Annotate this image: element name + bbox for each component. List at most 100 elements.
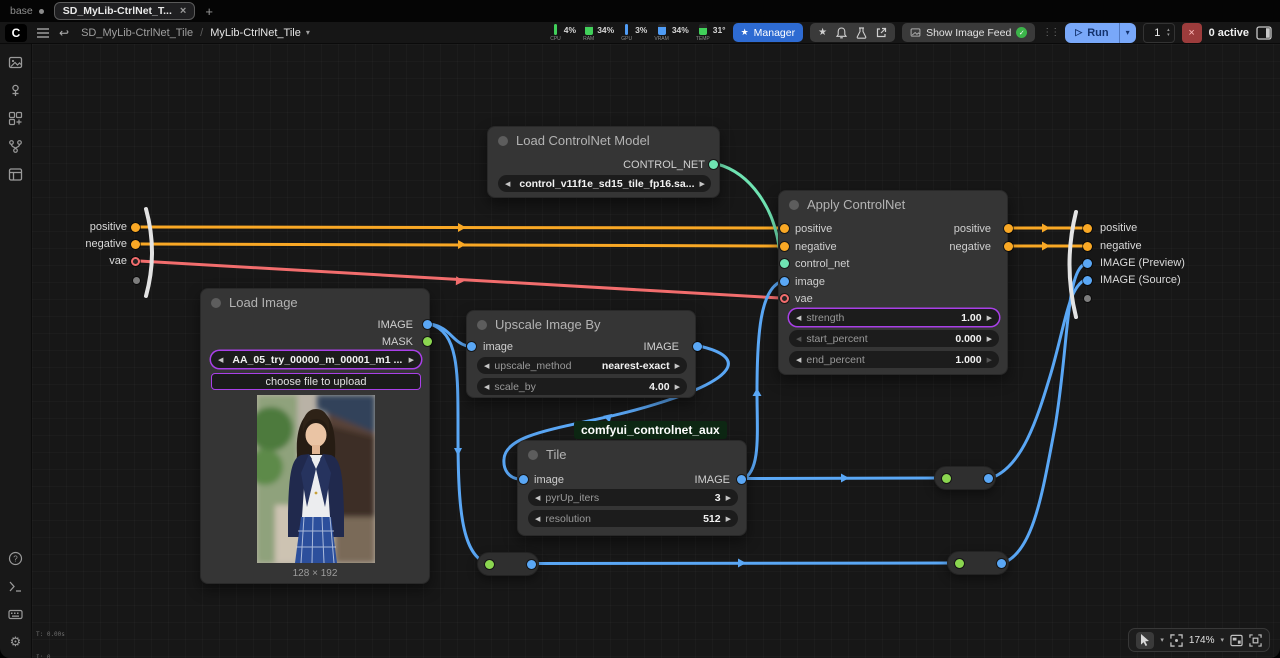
tab-base[interactable]: base: [10, 5, 44, 17]
reroute-in[interactable]: [485, 560, 494, 569]
start-percent-widget[interactable]: ◀ start_percent 0.000 ▶: [789, 330, 999, 347]
controlnet-model-combo[interactable]: ◀ control_v11f1e_sd15_tile_fp16.sa... ▶: [498, 175, 711, 192]
flask-icon[interactable]: [856, 27, 867, 39]
bell-icon[interactable]: [836, 27, 847, 39]
pyrup-iters-widget[interactable]: ◀ pyrUp_iters 3 ▶: [528, 489, 738, 506]
combo-next-icon[interactable]: ▶: [700, 180, 705, 188]
scale-by-widget[interactable]: ◀ scale_by 4.00 ▶: [477, 378, 687, 395]
main-menu-button[interactable]: [37, 28, 49, 38]
slot-image-out[interactable]: [737, 475, 746, 484]
minimap-icon[interactable]: [1230, 634, 1243, 647]
strength-widget[interactable]: ◀ strength 1.00 ▶: [789, 309, 999, 326]
increment-icon[interactable]: ▶: [987, 314, 992, 322]
slot-negative-in[interactable]: [780, 242, 789, 251]
breadcrumb-root[interactable]: SD_MyLib-CtrlNet_Tile: [81, 27, 193, 39]
input-slot-empty[interactable]: [133, 277, 140, 284]
output-slot-image-source[interactable]: [1083, 276, 1092, 285]
toggle-panel-icon[interactable]: [1256, 26, 1272, 40]
combo-prev-icon[interactable]: ◀: [484, 362, 489, 370]
increment-icon[interactable]: ▶: [987, 335, 992, 343]
zoom-level[interactable]: 174%: [1189, 635, 1215, 646]
output-slot-empty[interactable]: [1084, 295, 1091, 302]
slot-mask-out[interactable]: [423, 337, 432, 346]
slot-positive-in[interactable]: [780, 224, 789, 233]
image-file-combo[interactable]: ◀ AA_05_try_00000_m_00001_m1 ... ▶: [211, 351, 421, 368]
upscale-method-widget[interactable]: ◀ upscale_method nearest-exact ▶: [477, 357, 687, 374]
node-upscale-image-by[interactable]: Upscale Image By image IMAGE ◀ upscale_m…: [466, 310, 696, 398]
choose-file-button[interactable]: choose file to upload: [211, 373, 421, 390]
decrement-icon[interactable]: ◀: [535, 494, 540, 502]
node-load-controlnet-model[interactable]: Load ControlNet Model CONTROL_NET ◀ cont…: [487, 126, 720, 198]
slot-control-net-in[interactable]: [780, 259, 789, 268]
collapse-dot[interactable]: [789, 200, 799, 210]
slot-image-in[interactable]: [467, 342, 476, 351]
close-tab-icon[interactable]: ×: [180, 5, 186, 17]
combo-prev-icon[interactable]: ◀: [505, 180, 510, 188]
combo-next-icon[interactable]: ▶: [675, 362, 680, 370]
help-button[interactable]: ?: [8, 550, 24, 566]
slot-negative-out[interactable]: [1004, 242, 1013, 251]
comfyui-logo[interactable]: C: [5, 24, 27, 42]
undo-button[interactable]: ↩: [59, 26, 69, 40]
star-icon[interactable]: ★: [818, 27, 827, 38]
manager-button[interactable]: ★ Manager: [733, 23, 804, 42]
breadcrumb-current[interactable]: MyLib-CtrlNet_Tile: [210, 27, 301, 39]
sidebar-queue-button[interactable]: [8, 54, 24, 70]
resolution-widget[interactable]: ◀ resolution 512 ▶: [528, 510, 738, 527]
output-slot-image-preview[interactable]: [1083, 259, 1092, 268]
increment-icon[interactable]: ▶: [726, 515, 731, 523]
drag-handle-icon[interactable]: ⋮⋮: [1042, 27, 1058, 38]
reroute-out[interactable]: [997, 559, 1006, 568]
image-preview[interactable]: [257, 395, 375, 563]
collapse-dot[interactable]: [477, 320, 487, 330]
slot-image-out[interactable]: [423, 320, 432, 329]
run-button[interactable]: ▷ Run ▾: [1065, 23, 1135, 43]
slot-image-in[interactable]: [780, 277, 789, 286]
input-slot-negative[interactable]: [131, 240, 140, 249]
slot-positive-out[interactable]: [1004, 224, 1013, 233]
shortcuts-button[interactable]: [8, 606, 24, 622]
node-tile[interactable]: Tile image IMAGE ◀ pyrUp_iters 3 ▶ ◀ res…: [517, 440, 747, 536]
slot-image-out[interactable]: [693, 342, 702, 351]
sidebar-workflows-button[interactable]: [8, 138, 24, 154]
increment-icon[interactable]: ▶: [726, 494, 731, 502]
sidebar-templates-button[interactable]: [8, 166, 24, 182]
pointer-tool-button[interactable]: [1136, 632, 1154, 649]
fit-view-icon[interactable]: [1170, 634, 1183, 647]
decrement-icon[interactable]: ◀: [796, 335, 801, 343]
end-percent-widget[interactable]: ◀ end_percent 1.000 ▶: [789, 351, 999, 368]
decrement-icon[interactable]: ◀: [484, 383, 489, 391]
slot-control-net-out[interactable]: [709, 160, 718, 169]
batch-count-stepper[interactable]: 1 ▴▾: [1143, 23, 1175, 43]
pointer-tool-caret-icon[interactable]: ▾: [1160, 636, 1164, 644]
reroute-in[interactable]: [955, 559, 964, 568]
combo-prev-icon[interactable]: ◀: [218, 356, 223, 364]
output-slot-negative[interactable]: [1083, 242, 1092, 251]
collapse-dot[interactable]: [498, 136, 508, 146]
input-slot-vae[interactable]: [131, 257, 140, 266]
run-options-caret-icon[interactable]: ▾: [1120, 28, 1136, 37]
focus-selection-icon[interactable]: [1249, 634, 1262, 647]
collapse-dot[interactable]: [211, 298, 221, 308]
terminal-button[interactable]: [8, 578, 24, 594]
slot-image-in[interactable]: [519, 475, 528, 484]
sidebar-models-button[interactable]: [8, 110, 24, 126]
settings-button[interactable]: ⚙: [8, 634, 24, 650]
combo-next-icon[interactable]: ▶: [409, 356, 414, 364]
slot-vae-in[interactable]: [780, 294, 789, 303]
collapse-dot[interactable]: [528, 450, 538, 460]
increment-icon[interactable]: ▶: [987, 356, 992, 364]
stepper-arrows[interactable]: ▴▾: [1167, 28, 1170, 38]
decrement-icon[interactable]: ◀: [535, 515, 540, 523]
tab-active-workflow[interactable]: SD_MyLib-CtrlNet_T... ×: [54, 2, 196, 20]
show-image-feed-button[interactable]: Show Image Feed ✓: [902, 23, 1035, 42]
new-tab-button[interactable]: +: [205, 4, 213, 19]
node-apply-controlnet[interactable]: Apply ControlNet positive negative contr…: [778, 190, 1008, 375]
input-slot-positive[interactable]: [131, 223, 140, 232]
share-icon[interactable]: [876, 27, 887, 38]
zoom-caret-icon[interactable]: ▾: [1220, 636, 1224, 644]
reroute-out[interactable]: [527, 560, 536, 569]
node-load-image[interactable]: Load Image IMAGE MASK ◀ AA_05_try_00000_…: [200, 288, 430, 584]
output-slot-positive[interactable]: [1083, 224, 1092, 233]
decrement-icon[interactable]: ◀: [796, 356, 801, 364]
